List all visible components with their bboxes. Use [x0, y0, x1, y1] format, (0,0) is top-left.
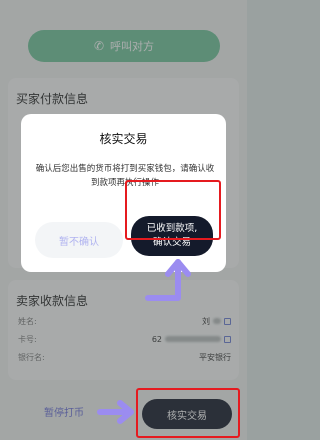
- trade-page: ✆ 呼叫对方 买家付款信息 卖家收款信息 姓名: 刘 卡号: 62 银行名: 平…: [0, 0, 247, 440]
- highlight-box: [136, 388, 240, 438]
- highlight-box: [125, 180, 221, 240]
- not-now-button[interactable]: 暂不确认: [35, 222, 123, 258]
- dialog-title: 核实交易: [99, 132, 148, 146]
